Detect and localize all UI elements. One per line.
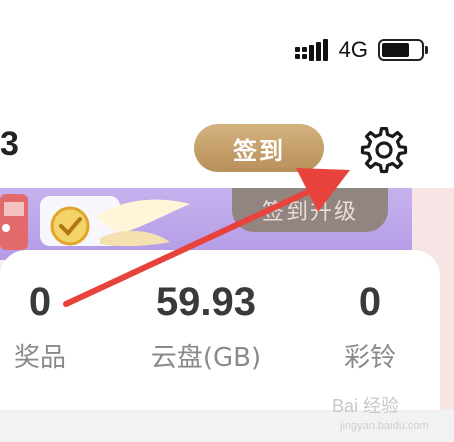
stats-card: 0 奖品 59.93 云盘(GB) 0 彩铃 — [0, 250, 440, 410]
app-screen: 4G 3 签到 签到升级 0 奖品 59.93 云盘(GB) 0 彩铃 Bai … — [0, 0, 454, 442]
stat-prizes-label: 奖品 — [13, 343, 66, 373]
stat-cloud-label: 云盘(GB) — [150, 343, 262, 373]
stat-ringtone-label: 彩铃 — [343, 343, 396, 373]
stat-ringtone[interactable]: 0 彩铃 — [300, 250, 440, 374]
settings-button[interactable] — [356, 125, 412, 177]
stat-prizes[interactable]: 0 奖品 — [0, 250, 110, 374]
network-type-label: 4G — [338, 37, 368, 62]
stat-cloud-storage[interactable]: 59.93 云盘(GB) — [136, 250, 276, 374]
gear-icon — [360, 127, 408, 174]
watermark-subtext: jingyan.baidu.com — [340, 420, 429, 432]
user-id-text: 3 — [0, 125, 19, 163]
status-bar: 4G — [294, 36, 428, 64]
watermark-text: Bai 经验 — [332, 396, 400, 416]
battery-icon — [378, 39, 428, 61]
stat-ringtone-value: 0 — [358, 280, 382, 324]
upgrade-button[interactable]: 签到升级 — [232, 188, 388, 232]
stat-prizes-value: 0 — [28, 280, 52, 324]
stat-cloud-value: 59.93 — [155, 280, 257, 324]
checkin-button[interactable]: 签到 — [194, 124, 324, 172]
signal-bars-icon — [294, 39, 329, 61]
